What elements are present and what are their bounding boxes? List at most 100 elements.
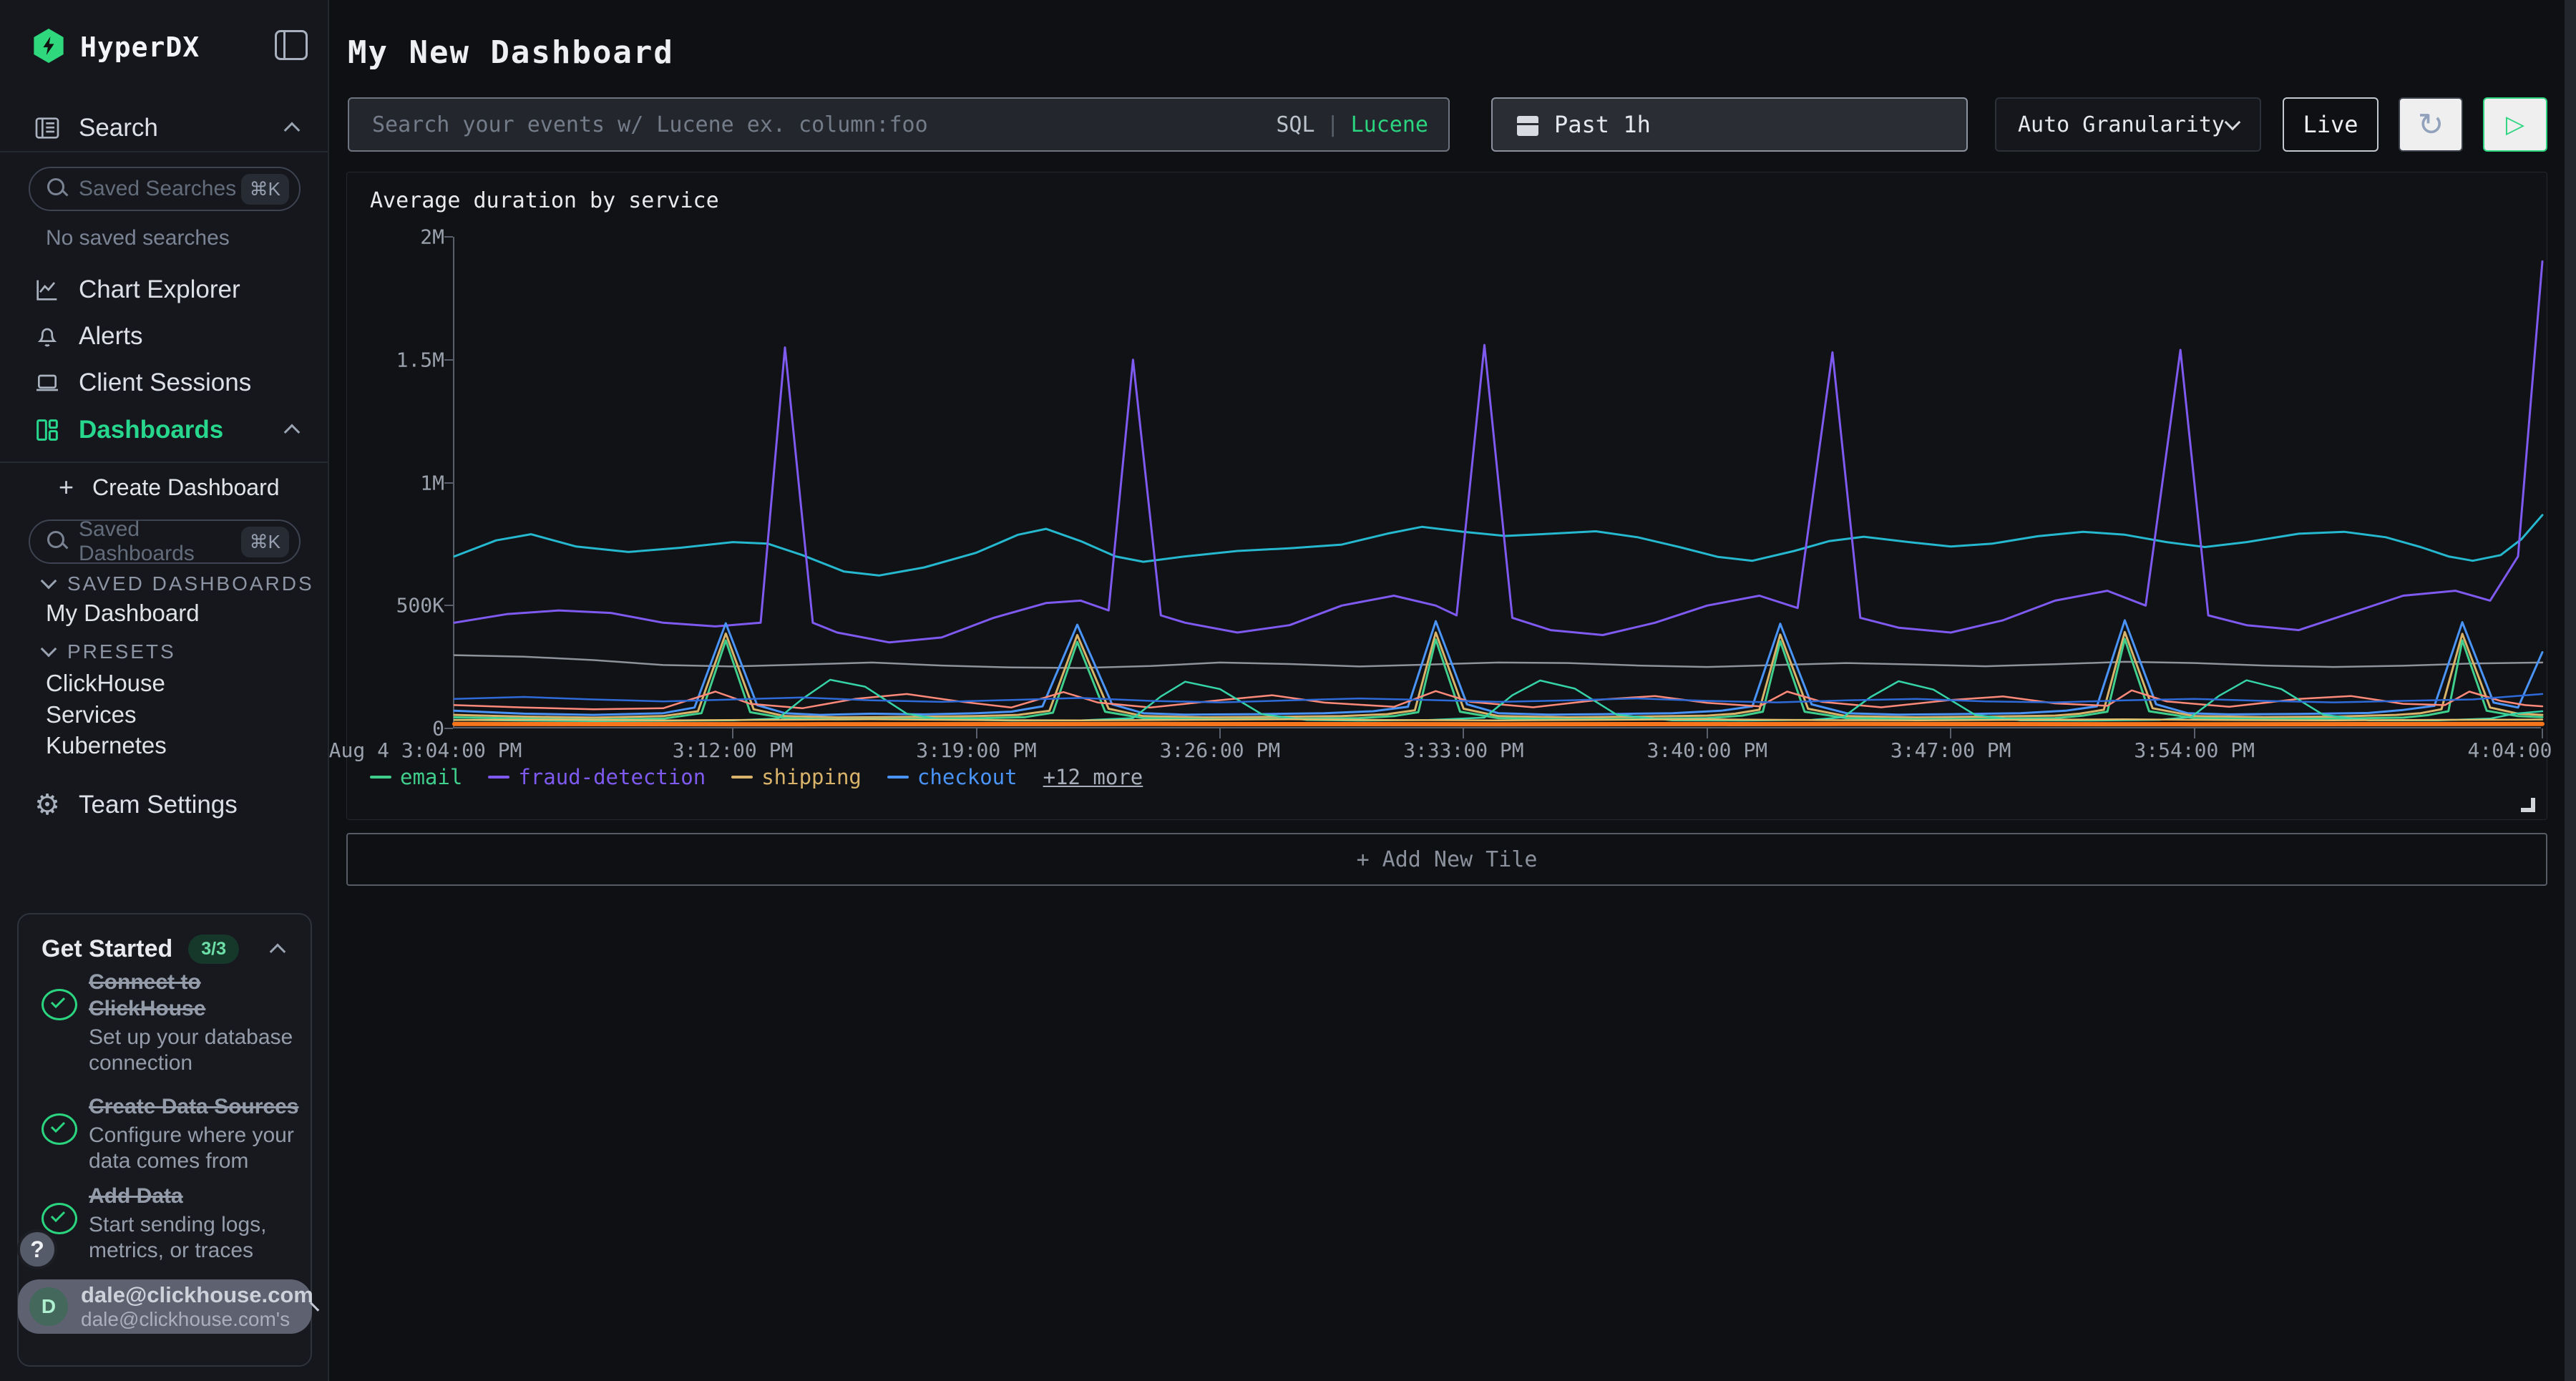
saved-dashboards-input[interactable]: Saved Dashboards ⌘K: [29, 519, 301, 564]
x-axis-tick: [1219, 728, 1221, 738]
legend-label: checkout: [917, 765, 1018, 789]
x-axis-tick: [976, 728, 977, 738]
y-axis-label: 2M: [420, 225, 444, 249]
create-dashboard-label: Create Dashboard: [92, 474, 279, 501]
legend-item-shipping[interactable]: shipping: [731, 765, 862, 789]
y-axis-tick: [444, 605, 453, 606]
x-axis-label: 3:26:00 PM: [1160, 738, 1281, 762]
scrollbar-track[interactable]: [2565, 0, 2576, 1381]
event-search-input[interactable]: Search your events w/ Lucene ex. column:…: [348, 97, 1450, 152]
y-axis-tick: [444, 359, 453, 361]
x-axis-tick: [2542, 728, 2543, 738]
check-circle-icon: [42, 989, 79, 1020]
task-title[interactable]: Create Data Sources: [89, 1093, 305, 1120]
create-dashboard-button[interactable]: + Create Dashboard: [0, 465, 329, 509]
search-doc-icon: [33, 114, 62, 142]
sidebar-item-clickhouse[interactable]: ClickHouse: [46, 670, 165, 697]
x-axis-label: 3:54:00 PM: [2134, 738, 2255, 762]
task-desc: Start sending logs, metrics, or traces: [89, 1212, 305, 1264]
legend-dash-icon: [488, 776, 509, 779]
legend-more-link[interactable]: +12 more: [1043, 765, 1143, 789]
refresh-button[interactable]: ↻: [2399, 97, 2463, 152]
bell-icon: [33, 322, 62, 351]
user-org: dale@clickhouse.com's: [81, 1308, 313, 1331]
x-axis-label: 4:04:00 PM: [2467, 738, 2576, 762]
time-range-value: Past 1h: [1554, 111, 1651, 138]
tile-title[interactable]: Average duration by service: [370, 188, 719, 213]
sidebar-item-kubernetes[interactable]: Kubernetes: [46, 732, 167, 759]
check-circle-icon: [42, 1203, 79, 1234]
check-circle-icon: [42, 1113, 79, 1145]
sidebar-item-label: Chart Explorer: [79, 275, 240, 304]
chart-plot[interactable]: 2M1.5M1M500K0Aug 4 3:04:00 PM3:12:00 PM3…: [453, 237, 2541, 728]
brand-title: HyperDX: [80, 31, 200, 63]
x-axis-tick: [2194, 728, 2195, 738]
user-email: dale@clickhouse.com: [81, 1282, 313, 1308]
toggle-divider: |: [1327, 112, 1340, 137]
sidebar-item-search[interactable]: Search: [0, 104, 329, 152]
kbd-shortcut: ⌘K: [241, 527, 289, 557]
user-menu[interactable]: D dale@clickhouse.com dale@clickhouse.co…: [18, 1279, 312, 1334]
chart-legend: email fraud-detection shipping checkout +12 …: [370, 765, 1143, 789]
sidebar-item-label: Alerts: [79, 322, 142, 351]
saved-searches-input[interactable]: Saved Searches ⌘K: [29, 167, 301, 211]
divider: [0, 462, 328, 463]
chevron-down-icon: [41, 573, 57, 590]
series-unlabeled-blue2: [454, 694, 2542, 703]
no-saved-searches-text: No saved searches: [46, 226, 230, 250]
tile-resize-handle[interactable]: [2521, 798, 2535, 812]
task-title[interactable]: Add Data: [89, 1183, 305, 1209]
event-search-placeholder: Search your events w/ Lucene ex. column:…: [372, 112, 928, 137]
lucene-toggle[interactable]: Lucene: [1351, 112, 1428, 137]
dashboard-grid-icon: [33, 416, 62, 444]
task-connect-clickhouse: Connect to ClickHouse Set up your databa…: [42, 969, 305, 1076]
sidebar-item-team-settings[interactable]: ⚙ Team Settings: [0, 781, 329, 829]
live-button[interactable]: Live: [2283, 97, 2379, 152]
help-button[interactable]: ?: [17, 1229, 57, 1269]
x-axis-tick: [732, 728, 733, 738]
chevron-up-icon: [284, 424, 301, 441]
sql-toggle[interactable]: SQL: [1276, 112, 1314, 137]
legend-dash-icon: [370, 776, 391, 779]
sidebar-item-dashboards[interactable]: Dashboards: [0, 406, 329, 454]
sidebar-item-chart-explorer[interactable]: Chart Explorer: [0, 266, 329, 313]
granularity-select[interactable]: Auto Granularity: [1995, 97, 2261, 152]
x-axis-label: 3:12:00 PM: [673, 738, 794, 762]
legend-dash-icon: [731, 776, 753, 779]
x-axis-tick: [1950, 728, 1951, 738]
task-create-data-sources: Create Data Sources Configure where your…: [42, 1093, 305, 1174]
logo-row: HyperDX: [0, 0, 328, 93]
legend-item-checkout[interactable]: checkout: [887, 765, 1018, 789]
get-started-header[interactable]: Get Started 3/3: [42, 935, 291, 964]
chart-svg: [454, 237, 2542, 728]
play-button[interactable]: ▷: [2483, 97, 2547, 152]
x-axis-tick: [1707, 728, 1708, 738]
progress-badge: 3/3: [188, 935, 239, 964]
presets-section-header[interactable]: PRESETS: [43, 640, 176, 663]
time-range-picker[interactable]: Past 1h: [1491, 97, 1968, 152]
x-axis-tick: [1463, 728, 1464, 738]
task-title[interactable]: Connect to ClickHouse: [89, 969, 305, 1022]
y-axis-label: 500K: [396, 594, 444, 618]
dashboard-tile: Average duration by service 2M1.5M1M500K…: [346, 172, 2547, 820]
add-new-tile-button[interactable]: + Add New Tile: [346, 833, 2547, 886]
sidebar-item-alerts[interactable]: Alerts: [0, 313, 329, 360]
chevron-down-icon: [41, 641, 57, 658]
saved-dashboards-section-header[interactable]: SAVED DASHBOARDS: [43, 572, 314, 595]
sidebar-item-services[interactable]: Services: [46, 701, 137, 728]
laptop-icon: [33, 369, 62, 397]
y-axis-tick: [444, 236, 453, 238]
sidebar: HyperDX Search Saved Searches ⌘K No save…: [0, 0, 329, 1381]
legend-label: shipping: [761, 765, 862, 789]
x-axis-label: Aug 4 3:04:00 PM: [329, 738, 522, 762]
saved-dashboards-placeholder: Saved Dashboards: [79, 517, 241, 566]
legend-item-email[interactable]: email: [370, 765, 462, 789]
y-axis-label: 1.5M: [396, 348, 444, 371]
sidebar-item-client-sessions[interactable]: Client Sessions: [0, 359, 329, 406]
series-unlabeled-gray: [454, 655, 2542, 668]
sidebar-item-my-dashboard[interactable]: My Dashboard: [46, 600, 200, 627]
legend-item-fraud-detection[interactable]: fraud-detection: [488, 765, 706, 789]
series-fraud-detection: [454, 261, 2542, 642]
divider: [0, 151, 328, 152]
sidebar-collapse-icon[interactable]: [275, 30, 308, 60]
